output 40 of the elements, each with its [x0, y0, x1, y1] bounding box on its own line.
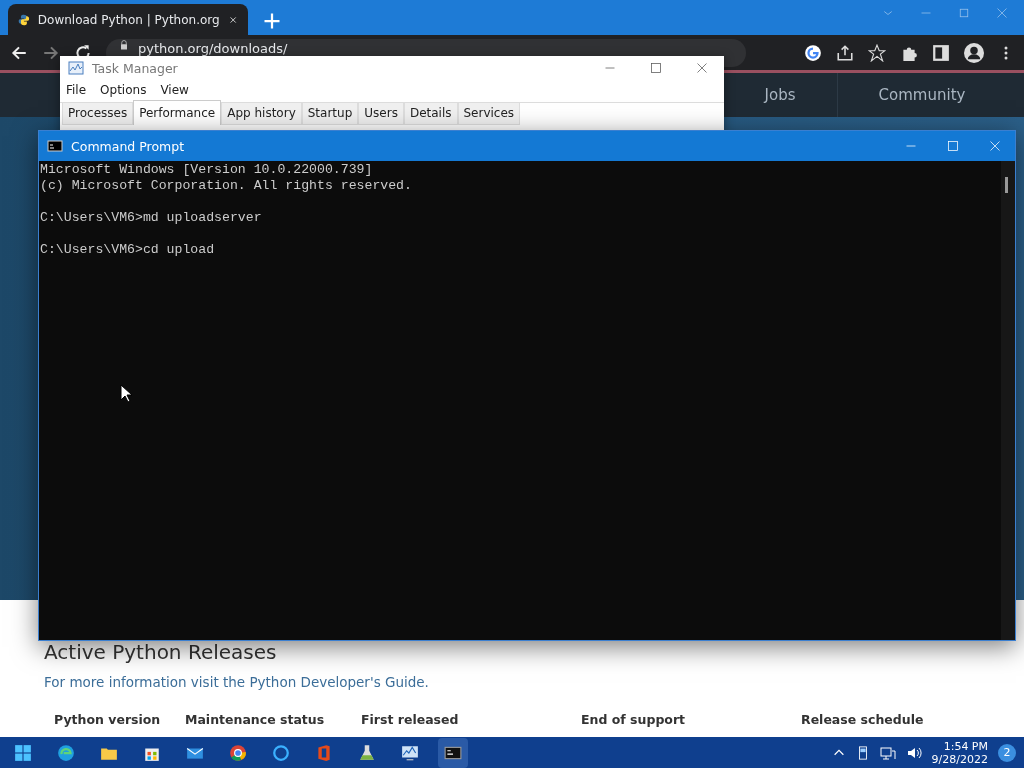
tab[interactable]: App history [221, 103, 302, 125]
tab[interactable]: Users [358, 103, 404, 125]
chart-icon [68, 60, 84, 76]
intro-text: For more information visit the Python Developer's Guide. [44, 674, 430, 690]
sidebar-icon[interactable] [932, 43, 950, 62]
network-icon[interactable] [879, 744, 896, 761]
google-logo-icon[interactable] [804, 43, 822, 62]
console-line: C:\Users\VM6>cd upload [40, 242, 216, 258]
console-icon[interactable] [438, 737, 468, 768]
browser-tab[interactable]: Download Python | Python.org [8, 4, 248, 35]
maximize-icon[interactable] [650, 62, 662, 74]
tab[interactable]: Details [403, 103, 458, 125]
star-icon[interactable] [868, 43, 886, 62]
window-title: Command Prompt [71, 138, 185, 154]
column-header: End of support [581, 712, 687, 727]
column-header: Python version [54, 712, 162, 727]
close-icon[interactable] [696, 62, 708, 74]
tab[interactable]: Services [457, 103, 521, 125]
console-icon [47, 138, 63, 154]
console-line: Microsoft Windows [Version 10.0.22000.739] [40, 162, 374, 178]
clock[interactable]: 1:54 PM 9/28/2022 [931, 739, 988, 766]
profile-icon[interactable] [964, 42, 984, 63]
column-header: First released [361, 712, 460, 727]
share-icon[interactable] [836, 43, 854, 62]
tab[interactable]: Processes [62, 103, 134, 125]
lock-icon [118, 38, 130, 51]
menu-item[interactable]: File [66, 83, 87, 97]
tab[interactable]: Performance [133, 100, 222, 125]
console-line: (c) Microsoft Corporation. All rights reserved. [40, 178, 413, 194]
section-heading: Active Python Releases [44, 640, 278, 664]
menu-item[interactable]: Options [100, 83, 147, 97]
console-line: C:\Users\VM6>md uploadserver [40, 210, 263, 226]
tab[interactable]: Startup [301, 103, 359, 125]
mouse-pointer-icon [120, 384, 132, 403]
column-header: Maintenance status [185, 712, 326, 727]
new-tab-icon[interactable] [262, 11, 282, 31]
tab-title: Download Python | Python.org [37, 12, 220, 27]
menu-item[interactable]: View [160, 83, 189, 97]
scrollbar[interactable] [1001, 161, 1015, 640]
column-header: Release schedule [801, 712, 925, 727]
